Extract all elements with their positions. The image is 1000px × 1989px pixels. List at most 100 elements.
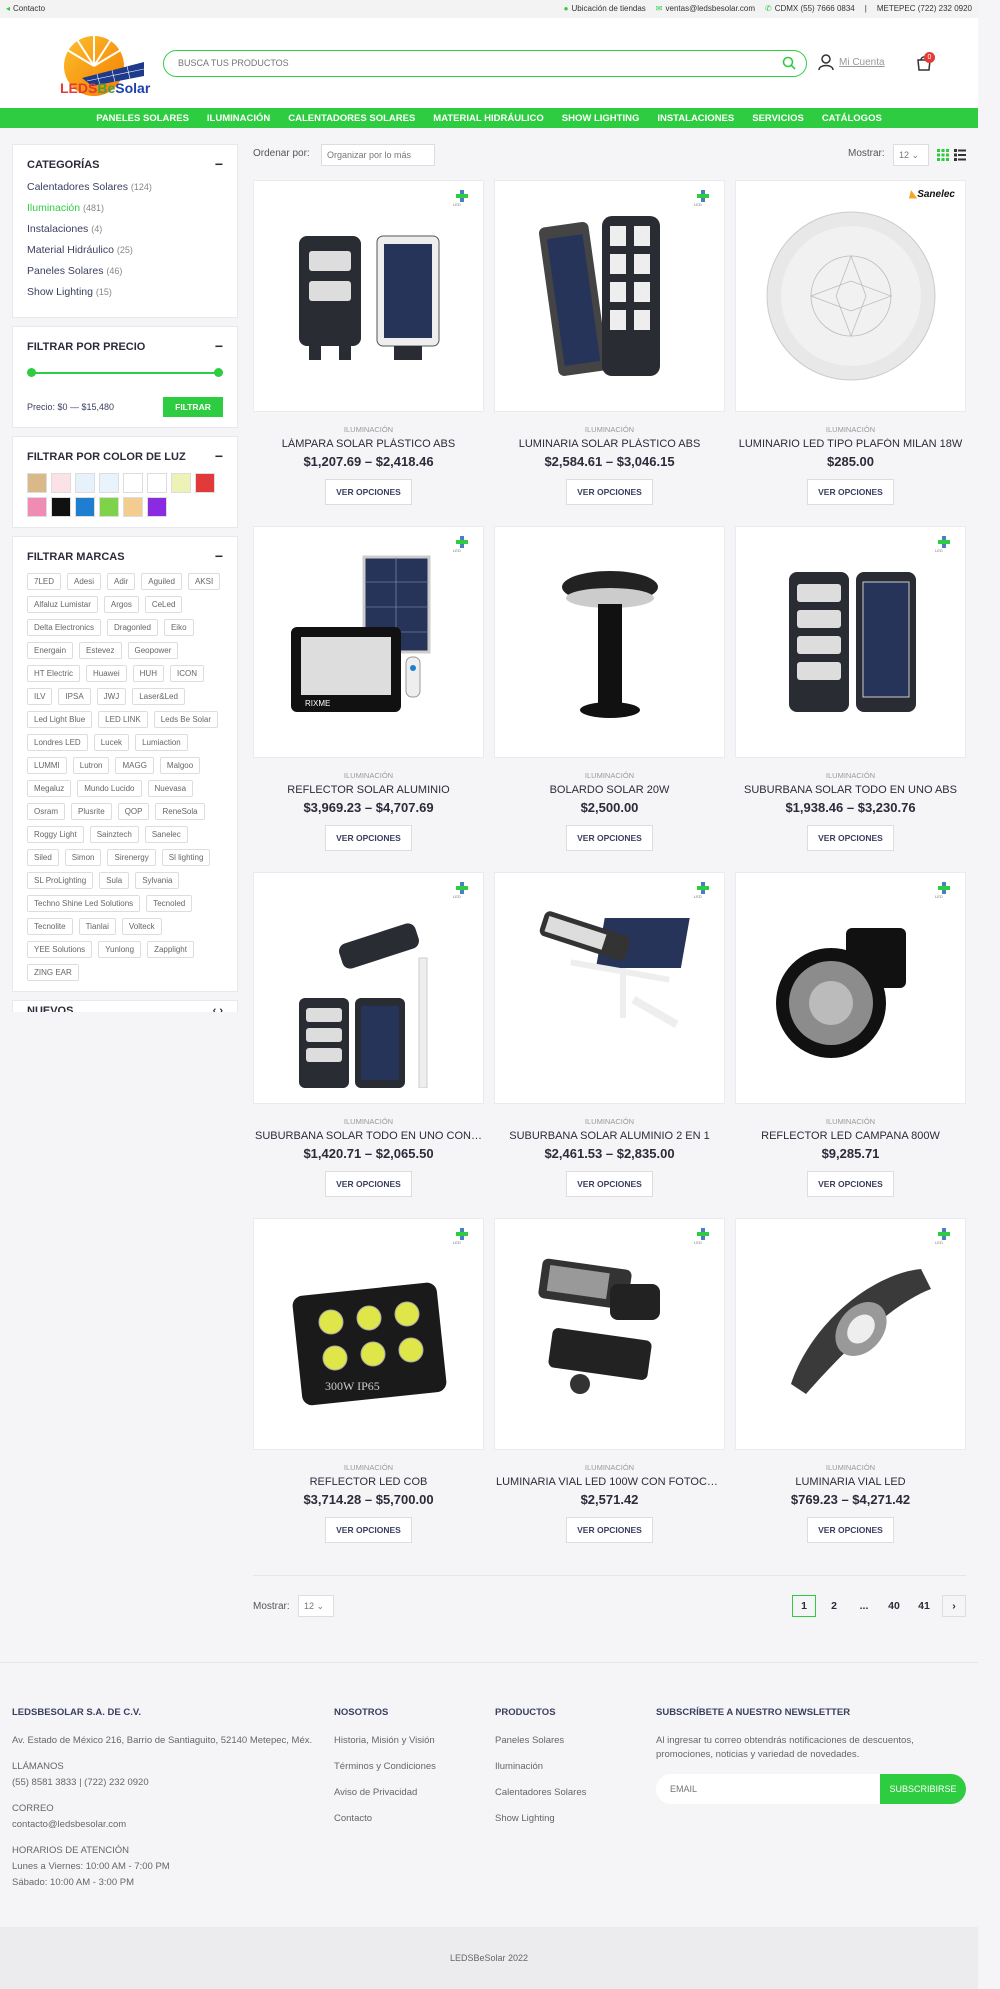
color-swatch[interactable]	[147, 473, 167, 493]
price-max-handle[interactable]	[214, 368, 223, 377]
brand-tag[interactable]: MAGG	[115, 757, 154, 774]
view-options-button[interactable]: VER OPCIONES	[325, 1517, 412, 1543]
next-page-icon[interactable]: ›	[942, 1595, 966, 1617]
calls-value[interactable]: (55) 8581 3833 | (722) 232 0920	[12, 1776, 332, 1790]
brand-tag[interactable]: Sanelec	[144, 826, 188, 843]
view-options-button[interactable]: VER OPCIONES	[325, 825, 412, 851]
category-item[interactable]: Instalaciones (4)	[27, 223, 223, 235]
product-name[interactable]: SUBURBANA SOLAR ALUMINIO 2 EN 1	[494, 1130, 725, 1142]
filter-button[interactable]: FILTRAR	[163, 397, 223, 417]
product-name[interactable]: LÁMPARA SOLAR PLÁSTICO ABS	[253, 438, 484, 450]
product-category[interactable]: ILUMINACIÓN	[253, 771, 484, 780]
product-image-box[interactable]: LED	[253, 872, 484, 1104]
product-category[interactable]: ILUMINACIÓN	[494, 1463, 725, 1472]
view-options-button[interactable]: VER OPCIONES	[807, 1171, 894, 1197]
brand-tag[interactable]: AKSI	[187, 573, 221, 590]
carousel-arrows-icon[interactable]: ‹ ›	[213, 1005, 223, 1012]
product-name[interactable]: LUMINARIO LED TIPO PLAFÓN MILAN 18W	[735, 438, 966, 450]
page-number[interactable]: 2	[822, 1595, 846, 1617]
brand-tag[interactable]: QOP	[117, 803, 150, 820]
product-image[interactable]	[510, 888, 710, 1088]
color-swatch[interactable]	[27, 497, 47, 517]
collapse-icon[interactable]: −	[215, 157, 223, 171]
brand-tag[interactable]: HT Electric	[27, 665, 80, 682]
brand-tag[interactable]: LUMMI	[27, 757, 67, 774]
brand-tag[interactable]: Laser&Led	[132, 688, 185, 705]
product-image-box[interactable]: ◣Sanelec	[735, 180, 966, 412]
view-options-button[interactable]: VER OPCIONES	[566, 825, 653, 851]
category-item[interactable]: Show Lighting (15)	[27, 286, 223, 298]
product-name[interactable]: REFLECTOR SOLAR ALUMINIO	[253, 784, 484, 796]
product-image[interactable]	[751, 1234, 951, 1434]
mail-value[interactable]: contacto@ledsbesolar.com	[12, 1818, 332, 1832]
product-image[interactable]	[269, 888, 469, 1088]
color-swatch[interactable]	[195, 473, 215, 493]
brand-tag[interactable]: Mundo Lucido	[77, 780, 142, 797]
product-category[interactable]: ILUMINACIÓN	[735, 425, 966, 434]
product-name[interactable]: REFLECTOR LED COB	[253, 1476, 484, 1488]
category-item[interactable]: Calentadores Solares (124)	[27, 181, 223, 193]
brand-tag[interactable]: Zapplight	[147, 941, 194, 958]
brand-tag[interactable]: ZING EAR	[27, 964, 79, 981]
nav-item-paneles-solares[interactable]: PANELES SOLARES	[96, 113, 189, 124]
search-input[interactable]	[178, 51, 758, 75]
newsletter-email-input[interactable]	[656, 1774, 880, 1804]
view-options-button[interactable]: VER OPCIONES	[807, 479, 894, 505]
nav-item-iluminación[interactable]: ILUMINACIÓN	[207, 113, 270, 124]
brand-tag[interactable]: Roggy Light	[27, 826, 84, 843]
view-options-button[interactable]: VER OPCIONES	[807, 825, 894, 851]
product-category[interactable]: ILUMINACIÓN	[494, 425, 725, 434]
brand-tag[interactable]: Yunlong	[98, 941, 142, 958]
page-number[interactable]: 41	[912, 1595, 936, 1617]
brand-tag[interactable]: Sl lighting	[161, 849, 211, 866]
product-name[interactable]: LUMINARIA SOLAR PLÁSTICO ABS	[494, 438, 725, 450]
product-name[interactable]: LUMINARIA VIAL LED 100W CON FOTOCELDA	[494, 1476, 725, 1488]
brand-tag[interactable]: Simon	[64, 849, 102, 866]
brand-tag[interactable]: Tecnolite	[27, 918, 73, 935]
brand-tag[interactable]: Techno Shine Led Solutions	[27, 895, 141, 912]
product-category[interactable]: ILUMINACIÓN	[253, 1117, 484, 1126]
brand-tag[interactable]: Estevez	[79, 642, 122, 659]
view-options-button[interactable]: VER OPCIONES	[566, 479, 653, 505]
product-category[interactable]: ILUMINACIÓN	[253, 425, 484, 434]
account-link[interactable]: Mi Cuenta	[817, 53, 885, 71]
category-item[interactable]: Iluminación (481)	[27, 202, 223, 214]
collapse-icon[interactable]: −	[215, 549, 223, 563]
product-image[interactable]	[751, 196, 951, 396]
brand-tag[interactable]: ReneSola	[155, 803, 205, 820]
color-swatch[interactable]	[51, 473, 71, 493]
brand-tag[interactable]: Volteck	[121, 918, 162, 935]
contact-link[interactable]: ◂ Contacto	[6, 4, 45, 13]
category-item[interactable]: Material Hidráulico (25)	[27, 244, 223, 256]
collapse-icon[interactable]: −	[215, 339, 223, 353]
email-link[interactable]: ✉ ventas@ledsbesolar.com	[656, 4, 755, 13]
brand-tag[interactable]: Siled	[27, 849, 59, 866]
color-swatch[interactable]	[27, 473, 47, 493]
color-swatch[interactable]	[99, 497, 119, 517]
collapse-icon[interactable]: −	[215, 449, 223, 463]
per-page-select[interactable]: 12 ⌄	[298, 1595, 334, 1617]
brand-tag[interactable]: Sylvania	[135, 872, 180, 889]
brand-tag[interactable]: Tecnoled	[146, 895, 193, 912]
brand-tag[interactable]: Adesi	[67, 573, 102, 590]
brand-tag[interactable]: JWJ	[96, 688, 127, 705]
product-image-box[interactable]: LED	[494, 1218, 725, 1450]
color-swatch[interactable]	[123, 497, 143, 517]
brand-tag[interactable]: Plusrite	[71, 803, 112, 820]
brand-tag[interactable]: YEE Solutions	[27, 941, 93, 958]
brand-tag[interactable]: Huawei	[85, 665, 127, 682]
subscribe-button[interactable]: SUBSCRIBIRSE	[880, 1774, 966, 1804]
footer-product-link[interactable]: Show Lighting	[495, 1812, 645, 1826]
page-number[interactable]: 1	[792, 1595, 816, 1617]
nav-item-servicios[interactable]: SERVICIOS	[752, 113, 804, 124]
color-swatch[interactable]	[75, 473, 95, 493]
product-image-box[interactable]: LED RIXME	[253, 526, 484, 758]
brand-tag[interactable]: Leds Be Solar	[153, 711, 218, 728]
product-image-box[interactable]: LED	[735, 1218, 966, 1450]
store-location-link[interactable]: ● Ubicación de tiendas	[564, 4, 646, 13]
color-swatch[interactable]	[75, 497, 95, 517]
brand-tag[interactable]: Sainztech	[89, 826, 139, 843]
brand-tag[interactable]: Sula	[99, 872, 130, 889]
brand-tag[interactable]: Lutron	[72, 757, 110, 774]
brand-tag[interactable]: Megaluz	[27, 780, 72, 797]
